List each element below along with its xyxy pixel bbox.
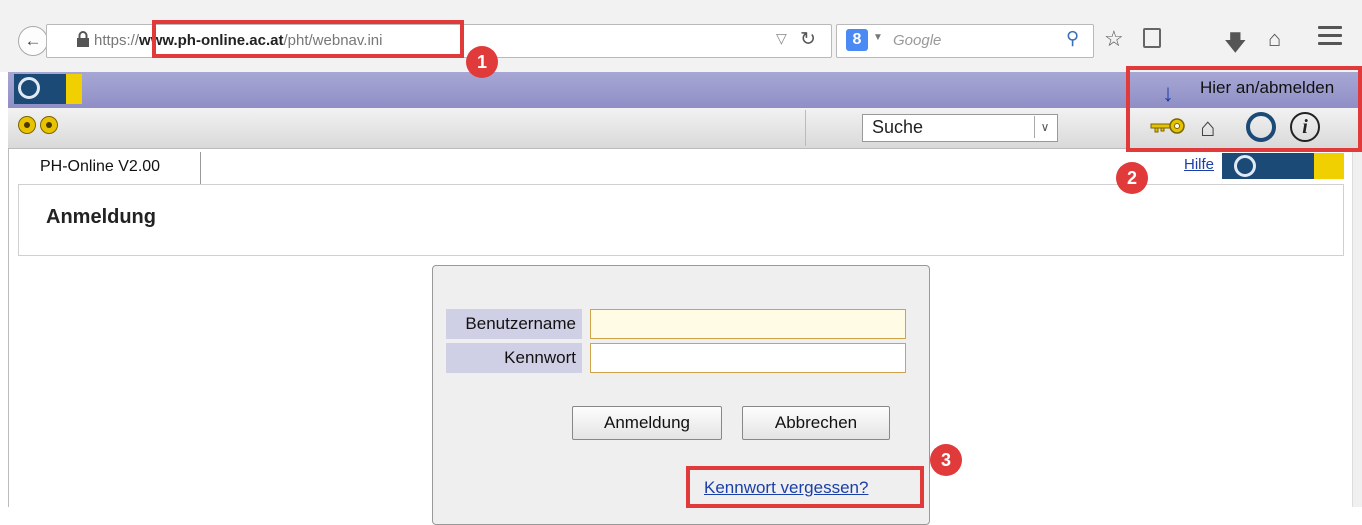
search-icon[interactable]: ⚲ [1066, 28, 1079, 49]
annotation-box-toolbar [1126, 66, 1362, 152]
annotation-badge-2: 2 [1116, 162, 1148, 194]
nav-back-icon[interactable] [18, 116, 36, 134]
chevron-down-icon[interactable]: ∨ [1034, 116, 1055, 138]
bookmarks-icon[interactable] [1143, 28, 1161, 48]
username-label: Benutzername [446, 309, 582, 339]
login-button[interactable]: Anmeldung [572, 406, 722, 440]
annotation-box-forgot [686, 466, 924, 508]
page-title: Anmeldung [46, 206, 156, 228]
reload-icon[interactable]: ↻ [800, 28, 816, 51]
title-panel [18, 184, 1344, 256]
help-link[interactable]: Hilfe [1184, 156, 1214, 173]
lock-icon [77, 31, 89, 47]
username-field[interactable] [590, 309, 906, 339]
home-icon[interactable]: ⌂ [1268, 26, 1281, 52]
back-button[interactable]: ← [18, 26, 48, 56]
search-select-value: Suche [872, 117, 924, 137]
annotation-box-url [152, 20, 464, 58]
url-dropdown-icon[interactable]: ▽ [776, 30, 787, 47]
ph-logo [14, 74, 82, 104]
scrollbar[interactable] [1352, 152, 1362, 507]
menu-icon[interactable] [1318, 26, 1342, 45]
ph-logo-banner [1222, 153, 1344, 179]
annotation-badge-3: 3 [930, 444, 962, 476]
url-prefix: https:// [94, 32, 140, 49]
password-label: Kennwort [446, 343, 582, 373]
cancel-button[interactable]: Abbrechen [742, 406, 890, 440]
google-icon[interactable]: 8 [846, 29, 868, 51]
nav-forward-icon[interactable] [40, 116, 58, 134]
search-engine-caret-icon[interactable]: ▼ [873, 32, 883, 43]
toolbar-divider [805, 110, 806, 146]
web-search-placeholder: Google [893, 32, 942, 49]
star-icon[interactable]: ☆ [1104, 26, 1124, 52]
annotation-badge-1: 1 [466, 46, 498, 78]
download-icon[interactable]: 🡇 [1224, 26, 1247, 64]
tab-label: PH-Online V2.00 [40, 158, 161, 175]
password-field[interactable] [590, 343, 906, 373]
